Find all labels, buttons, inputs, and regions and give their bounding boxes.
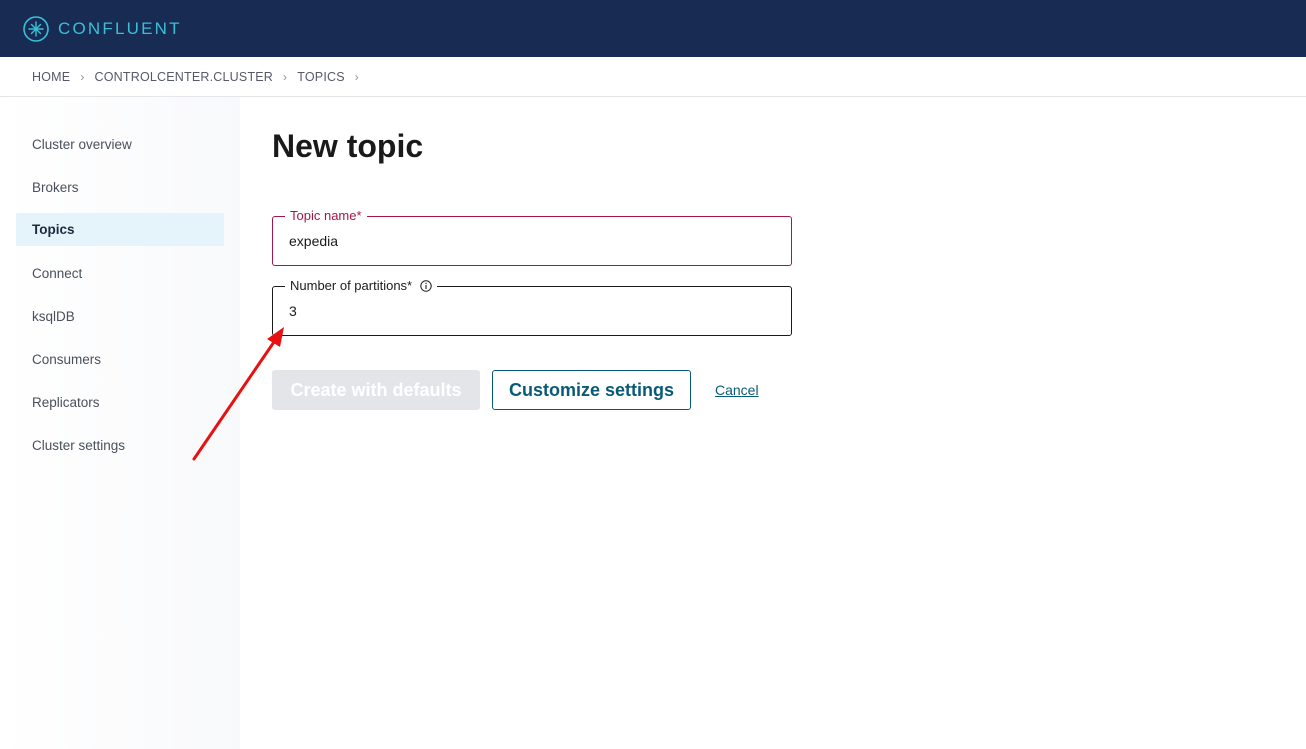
breadcrumb-home[interactable]: HOME <box>32 70 70 84</box>
partitions-label: Number of partitions* <box>285 278 438 294</box>
sidebar-item-connect[interactable]: Connect <box>16 257 224 290</box>
create-with-defaults-button[interactable]: Create with defaults <box>272 370 480 410</box>
page-title: New topic <box>272 128 424 164</box>
sidebar-item-brokers[interactable]: Brokers <box>16 171 224 204</box>
chevron-right-icon: › <box>354 69 359 84</box>
info-icon[interactable] <box>420 280 432 292</box>
topic-name-label: Topic name* <box>285 208 367 224</box>
partitions-field[interactable]: Number of partitions* 3 <box>272 278 792 336</box>
partitions-input[interactable]: 3 <box>289 303 297 319</box>
sidebar-item-ksqldb[interactable]: ksqlDB <box>16 300 224 333</box>
sidebar-item-replicators[interactable]: Replicators <box>16 386 224 419</box>
sidebar-item-cluster-overview[interactable]: Cluster overview <box>16 128 224 161</box>
chevron-right-icon: › <box>80 69 85 84</box>
cancel-link[interactable]: Cancel <box>715 382 759 398</box>
chevron-right-icon: › <box>283 69 288 84</box>
topic-name-input[interactable]: expedia <box>289 233 338 249</box>
breadcrumb-cluster[interactable]: CONTROLCENTER.CLUSTER <box>95 70 274 84</box>
partitions-label-text: Number of partitions* <box>290 278 413 293</box>
sidebar-item-cluster-settings[interactable]: Cluster settings <box>16 429 224 462</box>
customize-settings-button[interactable]: Customize settings <box>492 370 691 410</box>
topic-name-label-text: Topic name* <box>290 208 362 223</box>
breadcrumb-topics[interactable]: TOPICS <box>297 70 345 84</box>
breadcrumb: HOME › CONTROLCENTER.CLUSTER › TOPICS › <box>0 57 1306 97</box>
sidebar-item-topics[interactable]: Topics <box>16 213 224 246</box>
sidebar: Cluster overview Brokers Topics Connect … <box>0 97 240 749</box>
sidebar-item-consumers[interactable]: Consumers <box>16 343 224 376</box>
topic-name-field[interactable]: Topic name* expedia <box>272 208 792 266</box>
brand-name[interactable]: CONFLUENT <box>58 19 182 39</box>
confluent-logo-icon[interactable] <box>22 15 50 43</box>
top-navigation-bar: CONFLUENT <box>0 0 1306 57</box>
